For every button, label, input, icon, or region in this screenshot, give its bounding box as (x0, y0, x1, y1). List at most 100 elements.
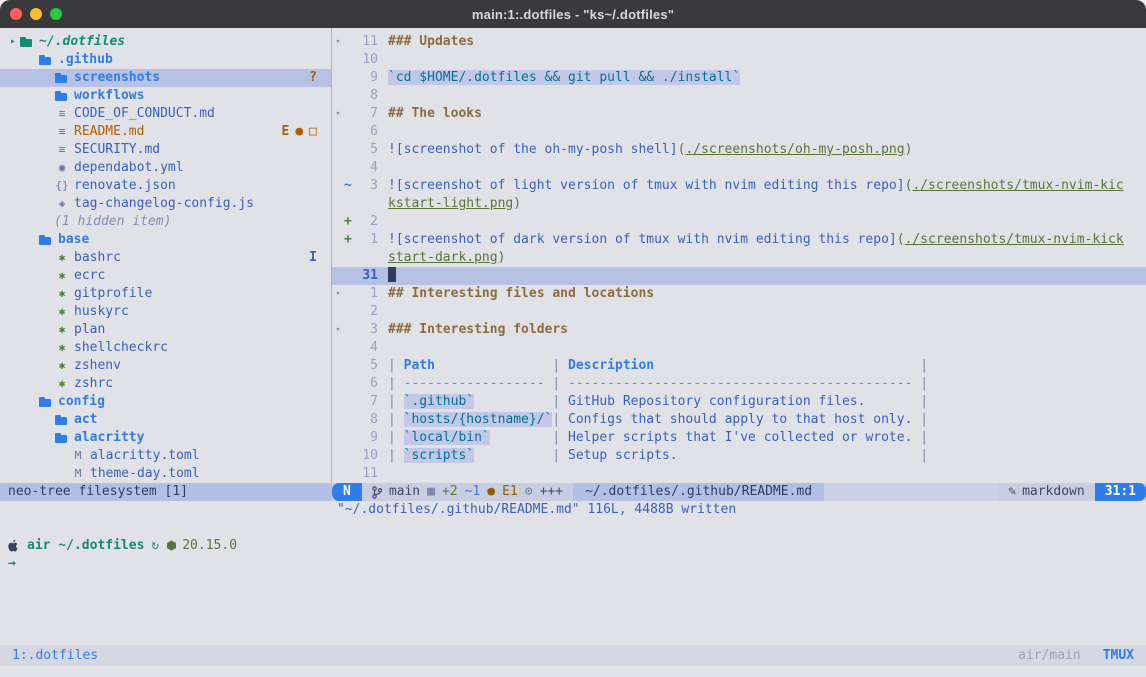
circle-icon: ⊙ (525, 483, 533, 501)
editor-line[interactable]: 6 (332, 123, 1146, 141)
tree-item-config[interactable]: config (0, 393, 331, 411)
prompt-arrow: → (8, 556, 16, 571)
status-row: neo-tree filesystem [1] N main ▦ +2 ~1 ●… (0, 483, 1146, 501)
text-segment: `cd $HOME/.dotfiles && git pull && ./ins… (388, 70, 740, 85)
tree-item-plan[interactable]: ✱plan (0, 321, 331, 339)
cursor-position: 31:1 (1095, 483, 1146, 501)
editor-line[interactable]: start-dark.png) (332, 249, 1146, 267)
tree-item-gitprofile[interactable]: ✱gitprofile (0, 285, 331, 303)
titlebar[interactable]: main:1:.dotfiles - "ks~/.dotfiles" (0, 0, 1146, 28)
fold-open-icon[interactable]: ▾ (332, 321, 344, 339)
expander-icon[interactable]: ▸ (10, 33, 16, 51)
tree-item-ecrc[interactable]: ✱ecrc (0, 267, 331, 285)
sign-column (344, 249, 354, 267)
editor-line[interactable]: 11 (332, 465, 1146, 483)
tree-item-theme-day-toml[interactable]: Mtheme-day.toml (0, 465, 331, 483)
text-segment: ./screenshots/tmux-nvim-kick (905, 232, 1124, 247)
tree-item-alacritty-toml[interactable]: Malacritty.toml (0, 447, 331, 465)
fold-open-icon[interactable]: ▾ (332, 33, 344, 51)
editor-line[interactable]: 8 (332, 87, 1146, 105)
tree-item-dotfiles[interactable]: ▸ ~/.dotfiles (0, 33, 331, 51)
line-number (354, 195, 378, 213)
text-segment: | (388, 394, 404, 409)
tree-item-label: plan (74, 321, 105, 339)
line-text (378, 159, 388, 177)
tree-item-zshrc[interactable]: ✱zshrc (0, 375, 331, 393)
line-text: ### Updates (378, 33, 474, 51)
tree-item-shellcheckrc[interactable]: ✱shellcheckrc (0, 339, 331, 357)
tree-item-bashrc[interactable]: ✱bashrcI (0, 249, 331, 267)
editor-line[interactable]: ▾7## The looks (332, 105, 1146, 123)
tree-item-dependabot-yml[interactable]: ◉dependabot.yml (0, 159, 331, 177)
fold-column (332, 357, 344, 375)
editor-line[interactable]: 9`cd $HOME/.dotfiles && git pull && ./in… (332, 69, 1146, 87)
editor-line[interactable]: 10| `scripts` | Setup scripts. | (332, 447, 1146, 465)
tree-item-alacritty[interactable]: alacritty (0, 429, 331, 447)
tree-item-workflows[interactable]: workflows (0, 87, 331, 105)
editor-pane[interactable]: ▾11### Updates109`cd $HOME/.dotfiles && … (332, 28, 1146, 483)
tree-item-zshenv[interactable]: ✱zshenv (0, 357, 331, 375)
sign-column (344, 267, 354, 285)
editor-line[interactable]: ~3![screenshot of light version of tmux … (332, 177, 1146, 195)
nvim-panes: ▸ ~/.dotfiles.githubscreenshots?workflows… (0, 28, 1146, 483)
tree-item-readme-md[interactable]: ≡README.mdE●□ (0, 123, 331, 141)
close-button[interactable] (10, 8, 22, 20)
fold-column (332, 195, 344, 213)
tree-item-1-hidden-item[interactable]: (1 hidden item) (0, 213, 331, 231)
editor-line[interactable]: 4 (332, 339, 1146, 357)
tree-item-screenshots[interactable]: screenshots? (0, 69, 331, 87)
tree-item-code-of-conduct-md[interactable]: ≡CODE_OF_CONDUCT.md (0, 105, 331, 123)
line-number: 7 (354, 105, 378, 123)
fold-open-icon[interactable]: ▾ (332, 105, 344, 123)
editor-line[interactable]: ▾11### Updates (332, 33, 1146, 51)
editor-line[interactable]: +2 (332, 213, 1146, 231)
line-text (378, 303, 388, 321)
editor-line[interactable]: 6| ------------------ | ----------------… (332, 375, 1146, 393)
line-number: 1 (354, 231, 378, 249)
text-segment: `local/bin` (404, 430, 490, 445)
editor-line[interactable]: 7| `.github` | GitHub Repository configu… (332, 393, 1146, 411)
sign-column (344, 375, 354, 393)
folder-icon (54, 432, 68, 445)
tmux-window-label[interactable]: 1:.dotfiles (12, 648, 98, 663)
tree-item-act[interactable]: act (0, 411, 331, 429)
editor-line[interactable]: 5| Path | Description | (332, 357, 1146, 375)
line-number: 31 (354, 267, 378, 285)
tree-item-github[interactable]: .github (0, 51, 331, 69)
editor-line[interactable]: +1![screenshot of dark version of tmux w… (332, 231, 1146, 249)
minimize-button[interactable] (30, 8, 42, 20)
text-segment: GitHub Repository configuration files. (568, 394, 865, 409)
tree-item-tag-changelog-config-js[interactable]: ◈tag-changelog-config.js (0, 195, 331, 213)
tree-item-renovate-json[interactable]: {}renovate.json (0, 177, 331, 195)
shell-area[interactable]: air ~/.dotfiles ↻ 20.15.0 → 1:.dotfiles … (0, 519, 1146, 677)
editor-line[interactable]: ▾1## Interesting files and locations (332, 285, 1146, 303)
editor-line[interactable]: 5![screenshot of the oh-my-posh shell](.… (332, 141, 1146, 159)
sign-column (344, 447, 354, 465)
tree-item-security-md[interactable]: ≡SECURITY.md (0, 141, 331, 159)
editor-line[interactable]: 8| `hosts/{hostname}/`| Configs that sho… (332, 411, 1146, 429)
line-number: 5 (354, 357, 378, 375)
tree-item-label: CODE_OF_CONDUCT.md (74, 105, 215, 123)
line-text: | `hosts/{hostname}/`| Configs that shou… (378, 411, 928, 429)
text-segment: ) (498, 250, 506, 265)
editor-line[interactable]: 10 (332, 51, 1146, 69)
file-toml-icon: M (70, 447, 86, 465)
tree-item-huskyrc[interactable]: ✱huskyrc (0, 303, 331, 321)
editor-line[interactable]: 9| `local/bin` | Helper scripts that I'v… (332, 429, 1146, 447)
fold-column (332, 375, 344, 393)
text-segment: Configs that should apply to that host o… (568, 412, 912, 427)
line-text (378, 123, 388, 141)
fold-open-icon[interactable]: ▾ (332, 285, 344, 303)
editor-line[interactable]: 4 (332, 159, 1146, 177)
sign-column (344, 195, 354, 213)
editor-line[interactable]: ▾3### Interesting folders (332, 321, 1146, 339)
line-text: ### Interesting folders (378, 321, 568, 339)
editor-line[interactable]: 2 (332, 303, 1146, 321)
tree-item-base[interactable]: base (0, 231, 331, 249)
editor-line[interactable]: kstart-light.png) (332, 195, 1146, 213)
filetype-label: markdown (1022, 483, 1085, 501)
maximize-button[interactable] (50, 8, 62, 20)
editor-line-current[interactable]: 31 (332, 267, 1146, 285)
line-text (378, 87, 388, 105)
tree-item-label: ~/.dotfiles (39, 33, 125, 51)
